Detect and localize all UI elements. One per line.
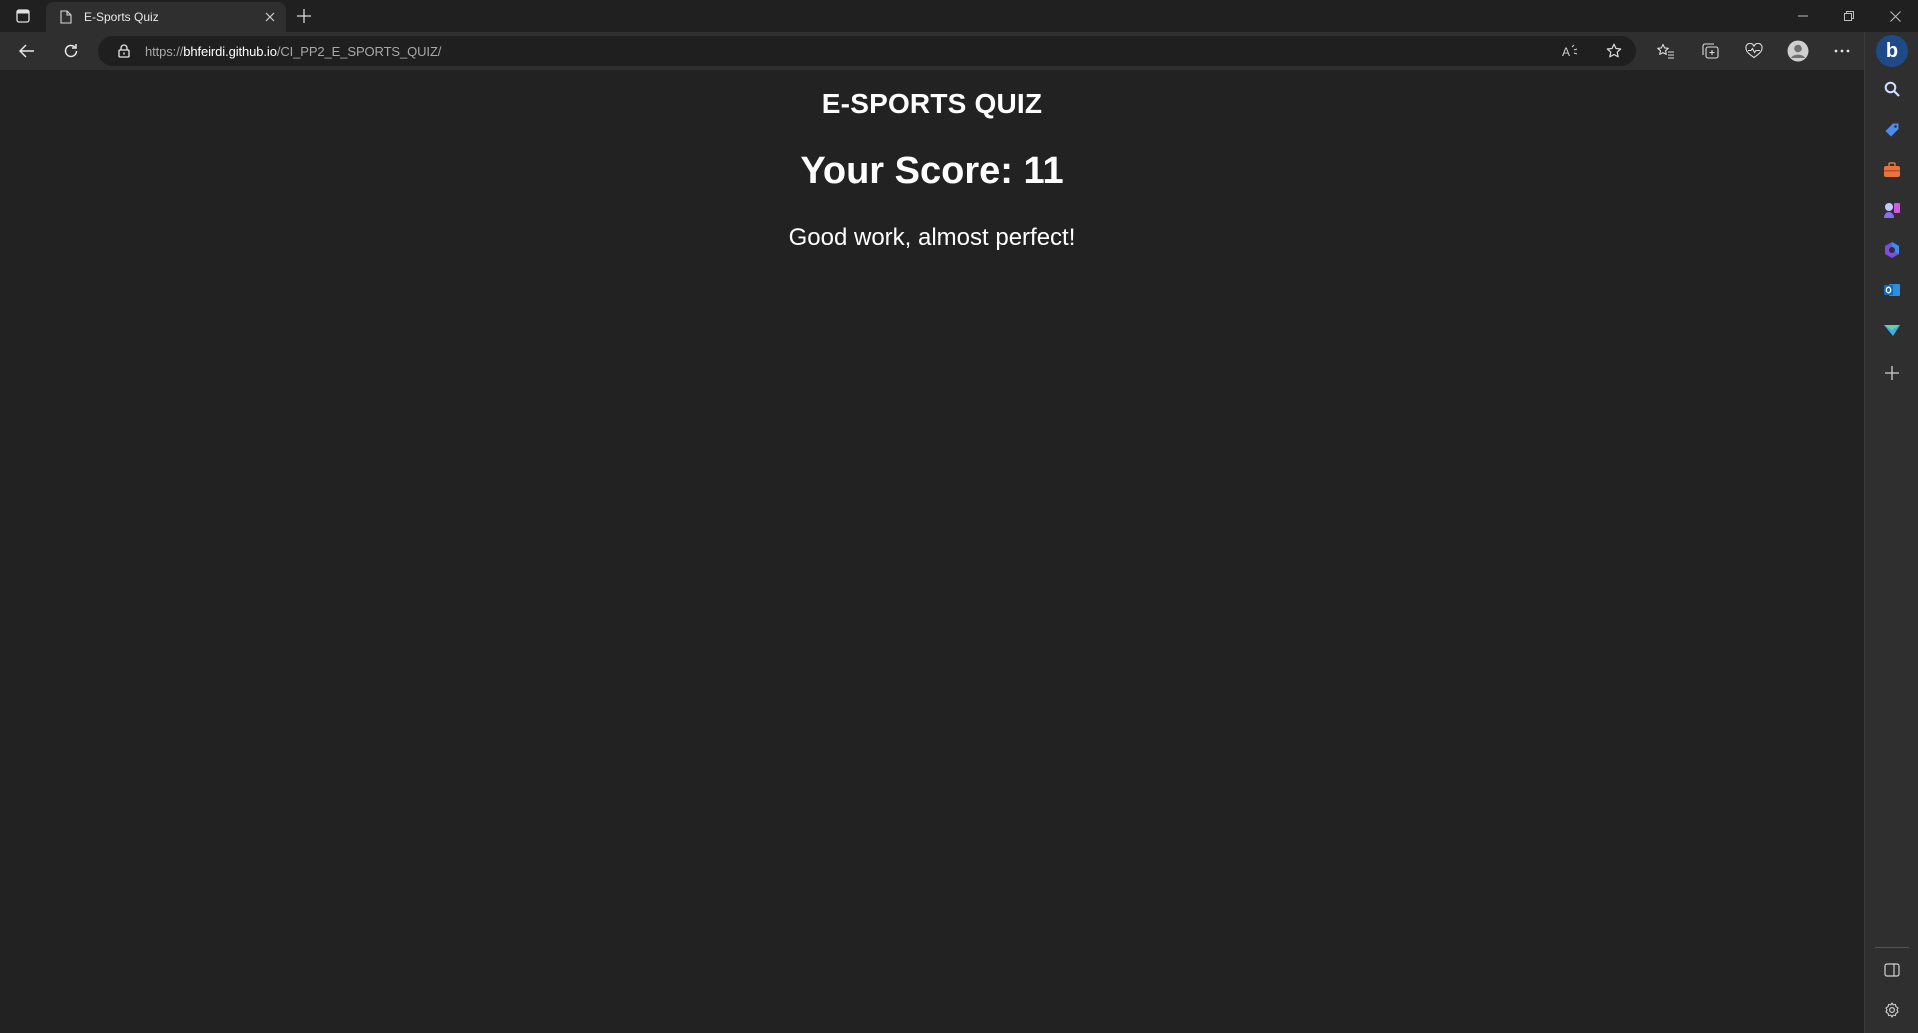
close-icon[interactable] [260, 7, 280, 27]
more-menu-icon[interactable] [1828, 37, 1856, 65]
score-heading: Your Score: 11 [0, 150, 1864, 193]
favorites-icon[interactable] [1652, 37, 1680, 65]
back-arrow-icon[interactable] [13, 37, 41, 65]
hide-sidebar-icon[interactable] [1877, 955, 1907, 985]
games-icon[interactable] [1877, 195, 1907, 225]
url-text: https://bhfeirdi.github.io/CI_PP2_E_SPOR… [145, 44, 441, 59]
url-host: bhfeirdi.github.io [183, 43, 277, 59]
search-icon[interactable] [1877, 74, 1907, 104]
add-icon[interactable] [1877, 358, 1907, 388]
settings-gear-icon[interactable] [1877, 995, 1907, 1025]
url-path: /CI_PP2_E_SPORTS_QUIZ/ [276, 43, 442, 59]
tab-esports-quiz[interactable]: E-Sports Quiz [46, 2, 286, 32]
url-protocol: https:// [145, 43, 184, 59]
quiz-title: E-SPORTS QUIZ [821, 88, 1043, 119]
restore-icon[interactable] [1826, 0, 1872, 32]
refresh-icon[interactable] [57, 37, 85, 65]
favorite-star-icon[interactable] [1603, 41, 1625, 61]
lock-icon[interactable] [116, 43, 132, 59]
tab-title: E-Sports Quiz [84, 10, 159, 24]
collections-icon[interactable] [1696, 37, 1724, 65]
page-content: E-SPORTS QUIZ Your Score: 11 Good work, … [0, 70, 1864, 1033]
edge-sidebar: b [1864, 32, 1918, 1033]
score-value: 11 [1023, 150, 1064, 192]
tools-briefcase-icon[interactable] [1877, 155, 1907, 185]
svg-text:A: A [1562, 45, 1570, 58]
sidebar-divider [1875, 947, 1909, 948]
plus-icon[interactable] [292, 5, 316, 27]
minimize-icon[interactable] [1780, 0, 1826, 32]
drop-icon[interactable] [1877, 315, 1907, 345]
tab-strip: E-Sports Quiz [0, 0, 1918, 32]
address-bar[interactable]: https://bhfeirdi.github.io/CI_PP2_E_SPOR… [98, 36, 1636, 66]
close-window-icon[interactable] [1872, 0, 1918, 32]
shopping-tag-icon[interactable] [1877, 115, 1907, 145]
feedback-message: Good work, almost perfect! [788, 224, 1076, 251]
read-aloud-icon[interactable]: A [1560, 41, 1582, 61]
outlook-icon[interactable] [1877, 275, 1907, 305]
score-label: Your Score: [800, 150, 1013, 192]
browser-window: E-Sports Quiz https://bhfeirdi.github.io… [0, 0, 1918, 1033]
tab-actions-icon[interactable] [12, 6, 34, 26]
browser-essentials-icon[interactable] [1740, 37, 1768, 65]
profile-avatar-icon[interactable] [1784, 37, 1812, 65]
page-icon [58, 9, 74, 25]
window-controls [1780, 0, 1918, 32]
browser-toolbar: https://bhfeirdi.github.io/CI_PP2_E_SPOR… [0, 32, 1918, 70]
microsoft-365-icon[interactable] [1877, 235, 1907, 265]
bing-icon[interactable]: b [1876, 35, 1908, 67]
